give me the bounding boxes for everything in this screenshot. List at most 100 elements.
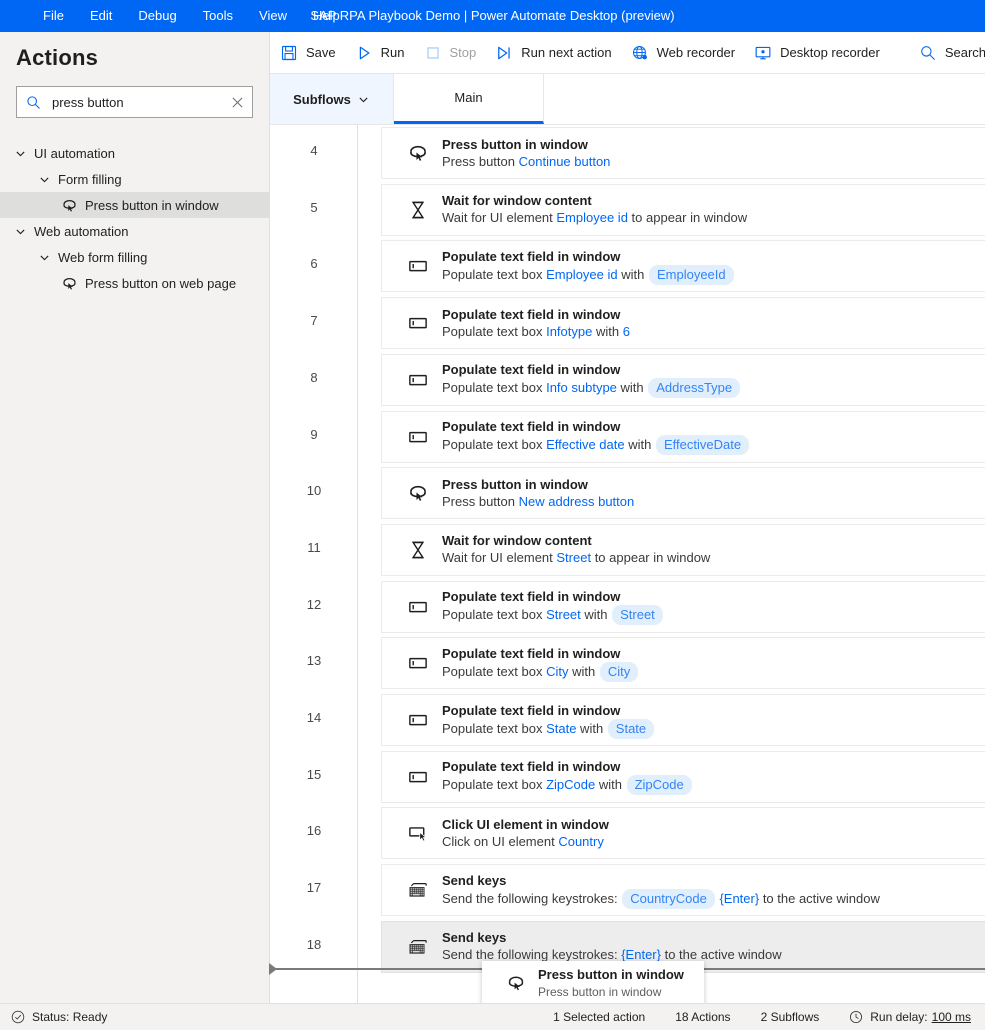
tree-item-label: Web automation [34,223,129,239]
action-description: Click on UI element Country [442,833,609,851]
play-icon [354,44,374,62]
textbox-icon [406,596,430,618]
action-param-link[interactable]: Country [558,834,604,849]
tree-action-press-button-in-window[interactable]: Press button in window [0,192,269,218]
action-card[interactable]: Populate text field in window Populate te… [381,297,985,350]
action-param-link[interactable]: Employee id [546,267,618,282]
action-param-link[interactable]: Employee id [556,210,628,225]
action-description-text: with [617,266,648,282]
action-number: 12 [306,596,322,612]
action-title: Populate text field in window [442,306,621,322]
search-inside-button[interactable]: Search inside [909,32,985,74]
action-param-link[interactable]: Street [556,550,591,565]
textbox-icon [406,709,430,731]
action-param-link[interactable]: {Enter} [716,891,759,906]
action-description-text: Populate text box [442,607,547,623]
run-delay[interactable]: Run delay: 100 ms [849,1010,971,1024]
menu-item-edit[interactable]: Edit [77,0,125,32]
action-param-link[interactable]: Continue button [519,154,611,169]
action-variable-chip[interactable]: State [607,718,655,739]
action-param-link[interactable]: Street [546,607,581,622]
tree-group-ui-automation[interactable]: UI automation [0,140,269,166]
action-variable-chip[interactable]: EmployeeId [648,264,734,285]
tab-main-label: Main [454,90,483,105]
action-card[interactable]: Populate text field in window Populate te… [381,240,985,293]
tab-subflows[interactable]: Subflows [270,74,394,124]
action-description-text: Wait for UI element [442,210,557,226]
tab-strip-filler [544,74,985,124]
toolbar: Save Run Stop Run next action Web recorder De… [270,32,985,74]
action-description: Press button New address button [442,493,634,511]
menu-item-help[interactable]: Help [300,0,353,32]
action-param-link[interactable]: ZipCode [546,777,595,792]
save-button[interactable]: Save [270,32,345,74]
action-param-link[interactable]: Info subtype [546,380,617,395]
action-card[interactable]: Populate text field in window Populate te… [381,694,985,746]
action-variable-chip[interactable]: EffectiveDate [655,435,750,455]
action-card[interactable]: Populate text field in window Populate te… [381,637,985,690]
chevron-down-icon[interactable] [14,225,26,237]
action-variable-chip[interactable]: City [599,661,639,682]
actions-sidebar: Actions UI automation Form filling Press b… [0,32,270,1003]
action-card[interactable]: Populate text field in window Populate te… [381,750,985,803]
run-button[interactable]: Run [345,32,414,74]
action-param-link[interactable]: Infotype [546,324,592,339]
action-param-link[interactable]: City [546,664,568,679]
action-title: Populate text field in window [442,419,621,434]
chevron-down-icon[interactable] [38,251,50,263]
action-param-link[interactable]: New address button [519,494,635,509]
desktop-recorder-button[interactable]: Desktop recorder [744,32,889,74]
status-text: Status: Ready [32,1010,108,1024]
action-param-link[interactable]: Effective date [546,437,625,452]
menu-item-debug[interactable]: Debug [125,0,189,32]
action-variable-chip[interactable]: ZipCode [626,775,692,796]
action-variable-chip[interactable]: AddressType [648,378,741,399]
tab-main[interactable]: Main [394,74,544,124]
tree-action-press-button-on-web-page[interactable]: Press button on web page [0,270,269,296]
chevron-down-icon[interactable] [14,147,26,159]
tree-group-form-filling[interactable]: Form filling [0,166,269,192]
action-title: Click UI element in window [442,816,609,832]
action-param-link[interactable]: State [546,721,576,736]
action-title: Populate text field in window [442,589,621,605]
action-card[interactable]: Press button in window Press button Conti… [381,127,985,179]
toolbar-button-label: Stop [449,45,477,60]
action-param-link[interactable]: 6 [623,324,630,339]
search-icon [26,95,41,110]
action-description-text: Press button [442,493,519,509]
run-delay-label: Run delay: [870,1010,928,1024]
textbox-icon [406,369,430,391]
action-title: Populate text field in window [442,645,621,661]
close-icon[interactable] [231,96,244,109]
menu-item-view[interactable]: View [246,0,300,32]
textbox-icon [406,766,430,788]
textbox-icon [406,652,430,674]
tree-group-web-form-filling[interactable]: Web form filling [0,244,269,270]
action-card[interactable]: Populate text field in window Populate te… [381,580,985,633]
menu-item-file[interactable]: File [30,0,77,32]
run-delay-value[interactable]: 100 ms [932,1010,971,1024]
action-description: Populate text box Street with Street [442,605,664,626]
action-card[interactable]: Populate text field in window Populate te… [381,410,985,463]
action-description: Press button Continue button [442,153,610,171]
action-card[interactable]: Click UI element in window Click on UI el… [381,807,985,860]
textbox-icon [406,255,430,277]
action-variable-chip[interactable]: CountryCode [622,888,715,909]
action-description-text: with [568,663,599,679]
action-card[interactable]: Press button in window Press button New a… [381,467,985,520]
action-card[interactable]: Populate text field in window Populate te… [381,353,985,406]
run-next-action-button[interactable]: Run next action [485,32,620,74]
action-card[interactable]: Wait for window content Wait for UI eleme… [381,523,985,576]
menu-item-tools[interactable]: Tools [190,0,246,32]
web-recorder-button[interactable]: Web recorder [621,32,745,74]
action-card[interactable]: Send keys Send the following keystrokes: … [381,864,985,917]
action-card[interactable]: Wait for window content Wait for UI eleme… [381,183,985,236]
chevron-down-icon[interactable] [38,173,50,185]
search-input[interactable] [50,93,231,111]
search-box[interactable] [16,86,253,118]
tree-group-web-automation[interactable]: Web automation [0,218,269,244]
hourglass-icon [406,199,430,221]
action-description-text: Wait for UI element [442,550,557,566]
action-variable-chip[interactable]: Street [612,605,663,626]
action-number: 7 [310,313,318,329]
